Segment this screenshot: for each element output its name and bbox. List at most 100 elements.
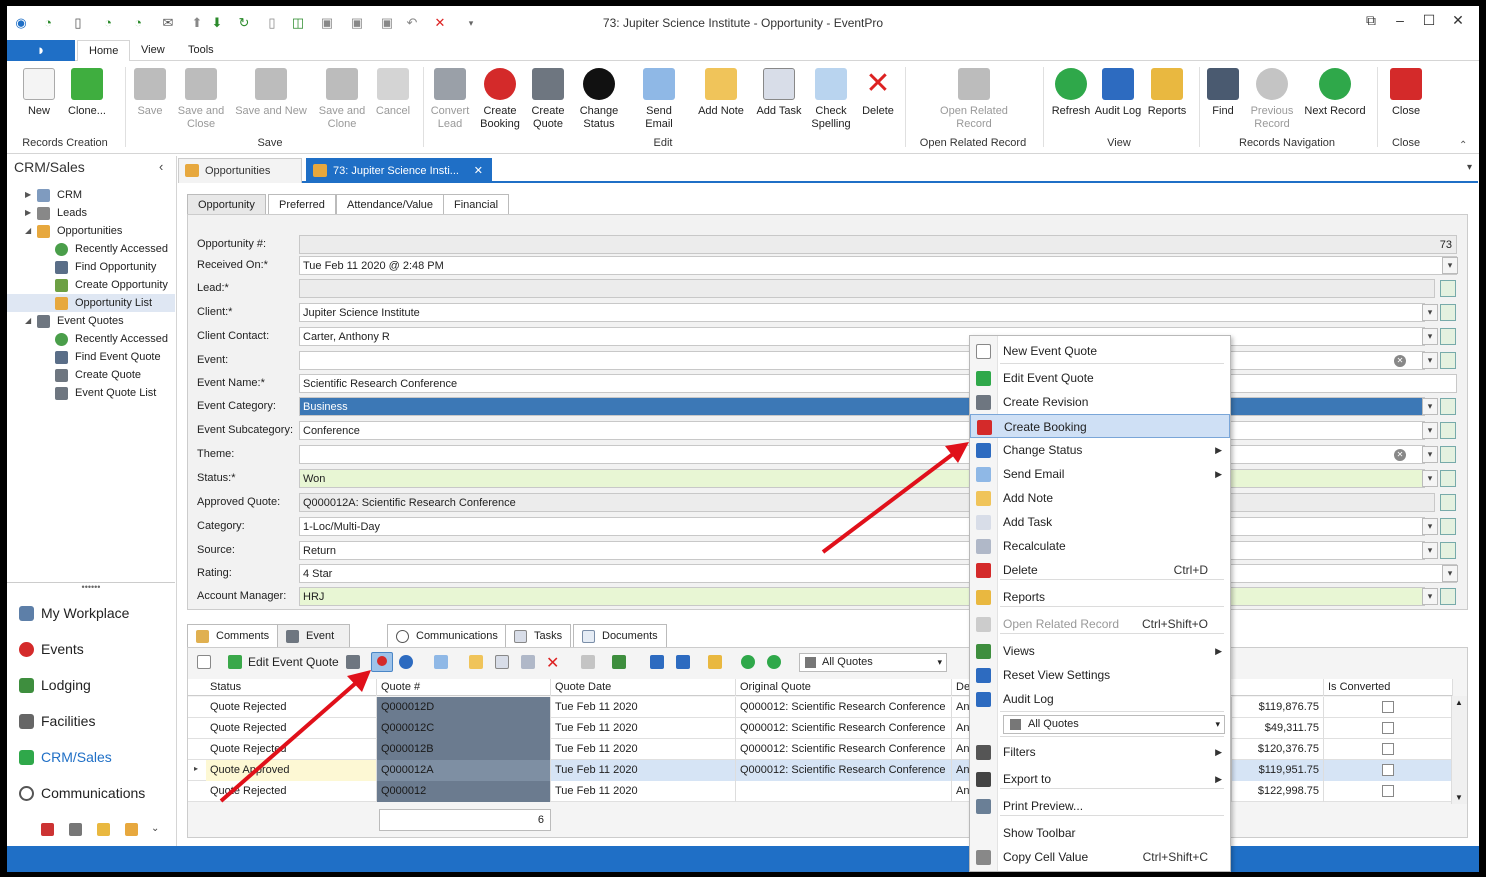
menu-item-edit-event-quote[interactable]: Edit Event Quote (970, 366, 1230, 390)
table-row[interactable]: Quote Approved Q000012A Tue Feb 11 2020 Q00… (188, 760, 1453, 781)
audit-log-button[interactable]: Audit Log (1090, 66, 1146, 118)
calculator-icon[interactable] (69, 823, 82, 836)
scroll-up-icon[interactable]: ▲ (1455, 698, 1463, 707)
grid-scrollbar[interactable]: ▲ ▼ (1451, 696, 1467, 804)
task-icon[interactable] (495, 655, 509, 669)
menu-item-copy-cell-value[interactable]: Copy Cell Value Ctrl+Shift+C (970, 845, 1230, 869)
tab-tools[interactable]: Tools (177, 40, 225, 62)
dropdown-icon[interactable]: ▾ (1422, 446, 1438, 463)
tree-item-opportunity-list[interactable]: Opportunity List (7, 294, 175, 312)
client-contact-field[interactable]: Carter, Anthony R (299, 327, 1425, 346)
tree-item-create-quote[interactable]: Create Quote (7, 366, 175, 384)
find-button[interactable]: Find (1195, 66, 1251, 118)
lookup-grid-icon[interactable] (1440, 446, 1456, 463)
collapse-icon[interactable]: ◢ (25, 312, 31, 330)
event-category-field[interactable]: Business (299, 397, 1425, 416)
envelope-icon[interactable] (434, 655, 448, 669)
menu-item-audit-log[interactable]: Audit Log (970, 687, 1230, 711)
related-record-icon[interactable] (581, 655, 595, 669)
edit-icon[interactable] (228, 655, 242, 669)
close-window-icon[interactable]: ✕ (1448, 12, 1468, 29)
client-field[interactable]: Jupiter Science Institute (299, 303, 1425, 322)
tree-item-crm[interactable]: ▶ CRM (7, 186, 175, 204)
tree-item-opportunities[interactable]: ◢ Opportunities (7, 222, 175, 240)
next-record-button[interactable]: Next Record (1295, 66, 1375, 118)
dropdown-icon[interactable]: ▾ (1422, 518, 1438, 535)
menu-item-change-status[interactable]: Change Status ▶ (970, 438, 1230, 462)
tree-item-find-opportunity[interactable]: Find Opportunity (7, 258, 175, 276)
expand-icon[interactable]: ▶ (25, 186, 31, 204)
save-and-clone-button[interactable]: Save and Clone (314, 66, 370, 131)
tab-tasks[interactable]: Tasks (505, 624, 572, 647)
nav-facilities[interactable]: Facilities (7, 703, 175, 739)
dropdown-icon[interactable]: ▾ (1422, 542, 1438, 559)
dropdown-icon[interactable]: ▾ (1422, 304, 1438, 321)
lookup-grid-icon[interactable] (1440, 352, 1456, 369)
tab-attendance-value[interactable]: Attendance/Value (336, 194, 445, 215)
save-button[interactable]: Save (122, 66, 178, 118)
close-button[interactable]: Close (1378, 66, 1434, 118)
lead-field[interactable] (299, 279, 1435, 298)
delete-icon[interactable]: ✕ (546, 653, 559, 673)
account-manager-field[interactable]: HRJ (299, 587, 1425, 606)
create-revision-icon[interactable] (346, 655, 360, 669)
dropdown-icon[interactable]: ▾ (1422, 470, 1438, 487)
lookup-grid-icon[interactable] (1440, 422, 1456, 439)
doc-tab-current[interactable]: 73: Jupiter Science Insti... ✕ (306, 158, 492, 183)
maximize-icon[interactable]: ☐ (1419, 12, 1439, 29)
send-email-button[interactable]: Send Email (631, 66, 687, 131)
menu-item-views[interactable]: Views ▶ (970, 639, 1230, 663)
calculator-icon[interactable] (521, 655, 535, 669)
task-icon[interactable] (41, 823, 54, 836)
open-related-record-button[interactable]: Open Related Record (933, 66, 1015, 131)
tab-documents[interactable]: Documents (573, 624, 667, 647)
tab-event-quotes[interactable]: Event Quotes (277, 624, 351, 664)
tab-view[interactable]: View (130, 40, 176, 62)
tab-preferred[interactable]: Preferred (268, 194, 336, 215)
new-icon[interactable] (197, 655, 211, 669)
move-down-icon[interactable] (767, 655, 781, 669)
reset-view-icon[interactable] (650, 655, 664, 669)
nav-events[interactable]: Events (7, 631, 175, 667)
dropdown-icon[interactable]: ▾ (1422, 328, 1438, 345)
is-converted-checkbox[interactable] (1382, 743, 1394, 755)
is-converted-checkbox[interactable] (1382, 701, 1394, 713)
lookup-grid-icon[interactable] (1440, 470, 1456, 487)
clear-icon[interactable]: ✕ (1394, 355, 1406, 367)
tree-item-create-opportunity[interactable]: Create Opportunity (7, 276, 175, 294)
nav-crm-sales[interactable]: CRM/Sales (7, 739, 175, 775)
dropdown-icon[interactable]: ▾ (1442, 257, 1458, 274)
menu-item-create-booking[interactable]: Create Booking (970, 414, 1230, 438)
tab-communications[interactable]: Communications (387, 624, 507, 647)
col-status[interactable]: Status (206, 679, 377, 696)
is-converted-checkbox[interactable] (1382, 764, 1394, 776)
source-field[interactable]: Return (299, 541, 1425, 560)
create-booking-toolbar-button[interactable] (371, 652, 393, 672)
status-field[interactable]: Won (299, 469, 1425, 488)
cancel-button[interactable]: Cancel (365, 66, 421, 118)
dropdown-icon[interactable]: ▾ (1442, 565, 1458, 582)
col-quote-number[interactable]: Quote # (377, 679, 551, 696)
panel-splitter[interactable]: •••••• (7, 582, 175, 592)
is-converted-checkbox[interactable] (1382, 785, 1394, 797)
menu-filter-select[interactable]: All Quotes ▾ (1003, 715, 1225, 734)
dropdown-icon[interactable]: ▾ (1422, 422, 1438, 439)
views-icon[interactable] (612, 655, 626, 669)
scroll-down-icon[interactable]: ▼ (1455, 793, 1463, 802)
opportunity-icon[interactable] (125, 823, 138, 836)
edit-event-quote-button[interactable]: Edit Event Quote (248, 655, 339, 669)
nav-communications[interactable]: Communications (7, 775, 175, 811)
tab-home[interactable]: Home (77, 40, 131, 62)
lookup-grid-icon[interactable] (1440, 328, 1456, 345)
received-on-field[interactable]: Tue Feb 11 2020 @ 2:48 PM (299, 256, 1457, 275)
lookup-grid-icon[interactable] (1440, 280, 1456, 297)
menu-item-send-email[interactable]: Send Email ▶ (970, 462, 1230, 486)
clear-icon[interactable]: ✕ (1394, 449, 1406, 461)
table-row[interactable]: Quote Rejected Q000012 Tue Feb 11 2020 An $1… (188, 781, 1453, 802)
convert-lead-button[interactable]: Convert Lead (422, 66, 478, 131)
note-icon[interactable] (469, 655, 483, 669)
menu-item-reset-view-settings[interactable]: Reset View Settings (970, 663, 1230, 687)
category-field[interactable]: 1-Loc/Multi-Day (299, 517, 1425, 536)
collapse-panel-icon[interactable]: ‹ (159, 159, 163, 174)
collapse-ribbon-icon[interactable]: ⌃ (1459, 140, 1467, 151)
